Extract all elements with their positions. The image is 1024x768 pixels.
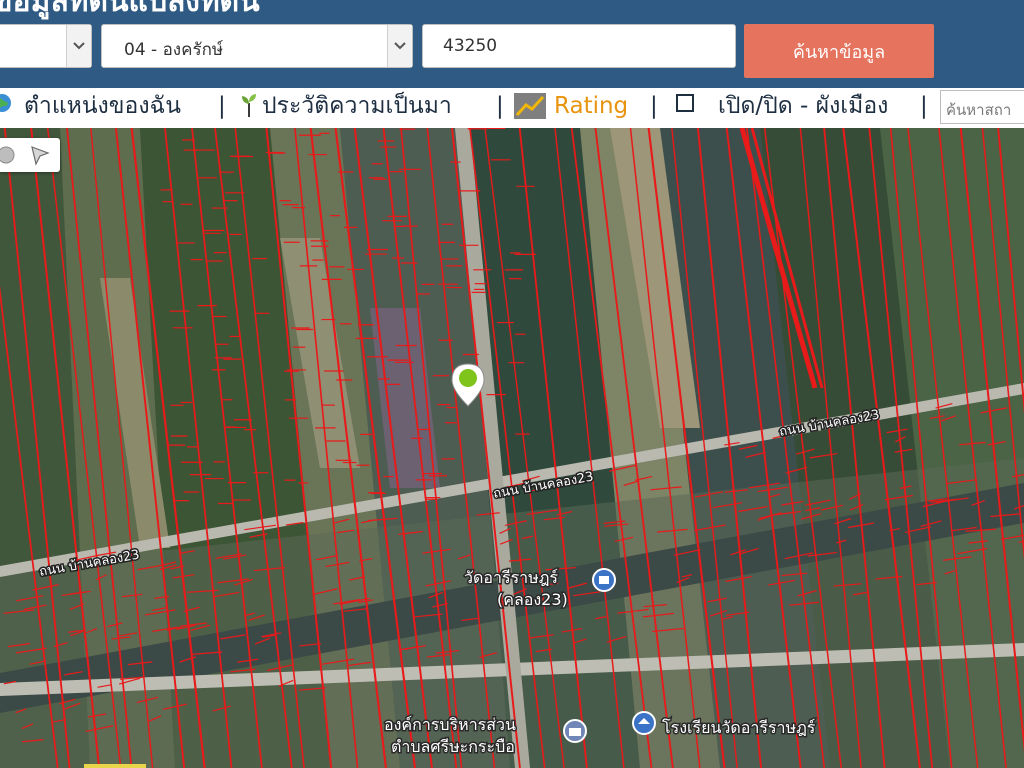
sprout-icon [240, 92, 258, 122]
satellite-map[interactable]: ถนน บ้านคลอง23 ถนน บ้านคลอง23 ถนน บ้านคล… [0, 128, 1024, 768]
zoning-toggle-label[interactable]: เปิด/ปิด - ผังเมือง [718, 90, 888, 122]
chevron-down-icon [66, 25, 91, 67]
separator: | [218, 93, 226, 119]
header-bar: ข้อมูลที่ดินแปลงที่ดิน 04 - องครักษ์ 432… [0, 0, 1024, 88]
history-link[interactable]: ประวัติความเป็นมา [262, 90, 452, 122]
postal-code-value: 43250 [443, 36, 498, 56]
map-canvas[interactable]: ถนน บ้านคลอง23 ถนน บ้านคลอง23 ถนน บ้านคล… [0, 128, 1024, 768]
temple-label-sub: (คลอง23) [497, 590, 568, 609]
postal-code-input[interactable]: 43250 [422, 24, 736, 68]
checkbox-icon[interactable] [676, 94, 694, 112]
district-select-value: 04 - องครักษ์ [124, 40, 224, 60]
my-location-link[interactable]: ตำแหน่งของฉัน [24, 90, 181, 122]
province-select[interactable] [0, 24, 92, 68]
draw-tools-panel [0, 138, 60, 172]
school-pin-icon[interactable] [632, 711, 656, 735]
separator: | [650, 93, 658, 119]
chart-icon [514, 93, 546, 123]
map-toolbar: ตำแหน่งของฉัน | ประวัติความเป็นมา | Rati… [0, 88, 1024, 129]
temple-pin-icon[interactable] [592, 568, 616, 592]
bottom-highlight [84, 764, 146, 768]
district-select[interactable]: 04 - องครักษ์ [101, 24, 413, 68]
school-label: โรงเรียนวัดอารีราษฎร์ [662, 718, 816, 737]
globe-icon [0, 93, 12, 117]
circle-tool-icon[interactable] [0, 145, 18, 169]
chevron-down-icon [387, 25, 412, 67]
page-title: ข้อมูลที่ดินแปลงที่ดิน [0, 0, 260, 19]
temple-label: วัดอารีราษฎร์ [464, 568, 558, 587]
separator: | [496, 93, 504, 119]
government-pin-icon[interactable] [563, 719, 587, 743]
rating-link[interactable]: Rating [554, 90, 628, 122]
polygon-tool-icon[interactable] [30, 144, 52, 170]
tao-office-label-sub: ตำบลศรีษะกระบือ [391, 737, 515, 756]
search-button[interactable]: ค้นหาข้อมูล [744, 24, 934, 78]
tao-office-label: องค์การบริหารส่วน [384, 715, 516, 734]
place-search-input[interactable]: ค้นหาสถา [940, 90, 1024, 124]
separator: | [920, 93, 928, 119]
